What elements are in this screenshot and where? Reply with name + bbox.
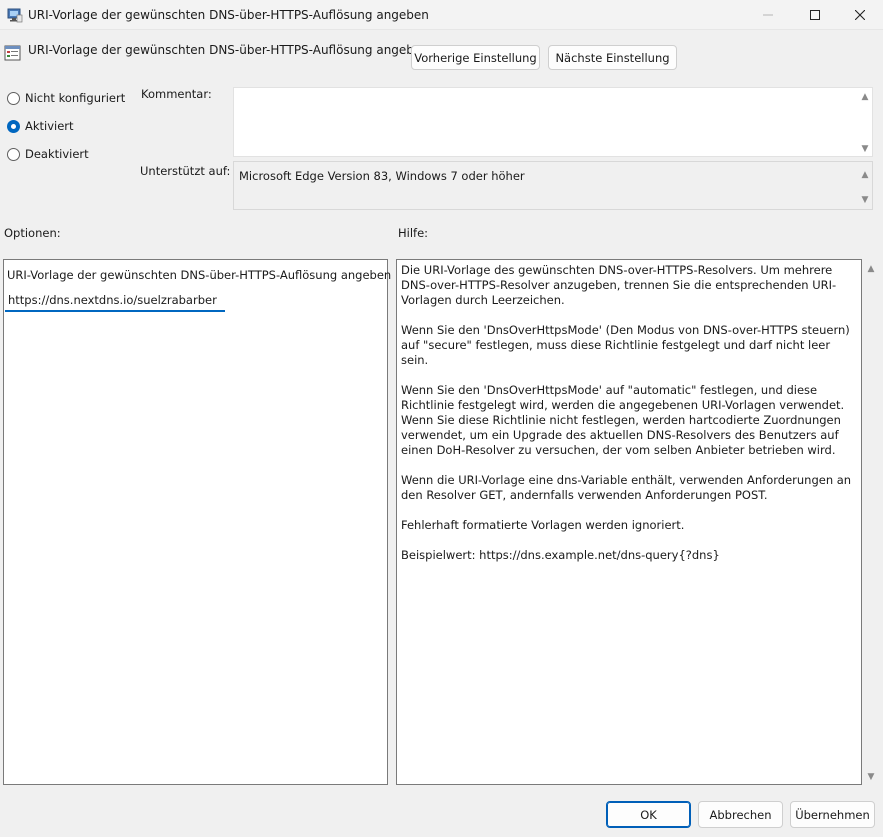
previous-setting-button[interactable]: Vorherige Einstellung: [411, 45, 540, 70]
uri-template-input[interactable]: [5, 290, 225, 312]
radio-label: Aktiviert: [25, 119, 74, 133]
title-bar: URI-Vorlage der gewünschten DNS-über-HTT…: [0, 0, 883, 30]
policy-setting-icon: [4, 45, 21, 61]
minimize-icon: [763, 14, 773, 16]
uri-template-label: URI-Vorlage der gewünschten DNS-über-HTT…: [7, 268, 392, 282]
supported-on-label: Unterstützt auf:: [140, 164, 231, 178]
scroll-up-icon[interactable]: ▲: [865, 264, 877, 274]
supported-on-value: Microsoft Edge Version 83, Windows 7 ode…: [239, 169, 525, 183]
help-paragraph: Die URI-Vorlage des gewünschten DNS-over…: [401, 263, 837, 307]
radio-disabled[interactable]: Deaktiviert: [7, 147, 89, 161]
help-paragraph: Beispielwert: https://dns.example.net/dn…: [401, 548, 720, 562]
comment-textarea[interactable]: [233, 87, 873, 157]
scroll-up-icon[interactable]: ▲: [859, 92, 871, 102]
radio-not-configured[interactable]: Nicht konfiguriert: [7, 91, 125, 105]
help-paragraph: Wenn Sie den 'DnsOverHttpsMode' (Den Mod…: [401, 323, 850, 367]
radio-enabled[interactable]: Aktiviert: [7, 119, 74, 133]
close-button[interactable]: [837, 0, 883, 30]
options-panel: [3, 259, 388, 785]
help-paragraph: Wenn Sie den 'DnsOverHttpsMode' auf "aut…: [401, 383, 845, 457]
radio-button-unchecked[interactable]: [7, 147, 20, 161]
scroll-down-icon[interactable]: ▼: [865, 772, 877, 782]
next-setting-button[interactable]: Nächste Einstellung: [548, 45, 677, 70]
window-title: URI-Vorlage der gewünschten DNS-über-HTT…: [28, 8, 429, 22]
scroll-down-icon[interactable]: ▼: [859, 144, 871, 154]
cancel-button[interactable]: Abbrechen: [698, 801, 783, 828]
help-text: Die URI-Vorlage des gewünschten DNS-over…: [401, 263, 856, 578]
policy-title: URI-Vorlage der gewünschten DNS-über-HTT…: [28, 43, 429, 57]
radio-button-checked[interactable]: [7, 119, 20, 133]
ok-button[interactable]: OK: [606, 801, 691, 828]
help-label: Hilfe:: [398, 226, 429, 240]
scroll-down-icon[interactable]: ▼: [859, 195, 871, 205]
radio-label: Deaktiviert: [25, 147, 89, 161]
comment-label: Kommentar:: [141, 87, 212, 101]
radio-button-unchecked[interactable]: [7, 91, 20, 105]
options-label: Optionen:: [4, 226, 61, 240]
minimize-button[interactable]: [745, 0, 791, 30]
help-scrollbar[interactable]: [863, 259, 880, 785]
apply-button[interactable]: Übernehmen: [790, 801, 875, 828]
scroll-up-icon[interactable]: ▲: [859, 170, 871, 180]
maximize-icon: [810, 10, 820, 20]
close-icon: [855, 10, 865, 20]
policy-app-icon: [7, 8, 23, 23]
radio-label: Nicht konfiguriert: [25, 91, 126, 105]
help-paragraph: Wenn die URI-Vorlage eine dns-Variable e…: [401, 473, 852, 502]
help-paragraph: Fehlerhaft formatierte Vorlagen werden i…: [401, 518, 685, 532]
maximize-button[interactable]: [792, 0, 838, 30]
